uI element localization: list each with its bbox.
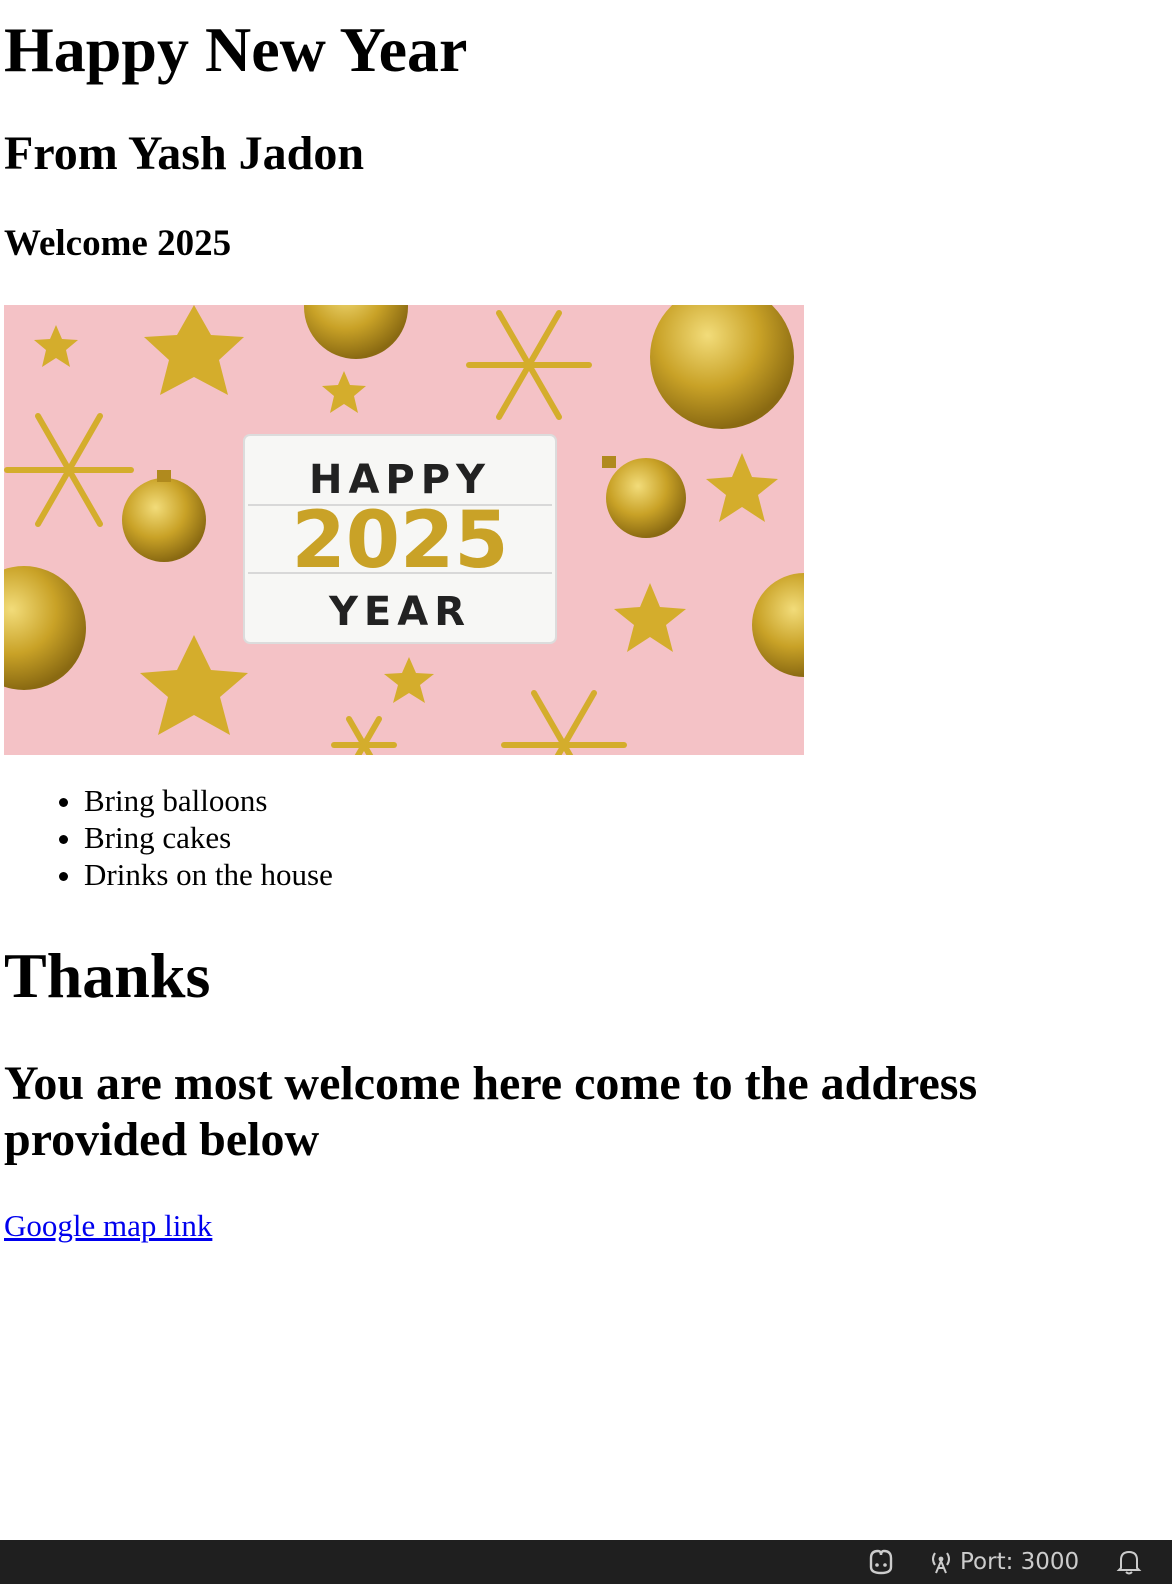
status-bar: Port: 3000 [0,1540,1172,1584]
bell-icon[interactable] [1116,1548,1142,1576]
copilot-icon[interactable] [866,1548,896,1576]
page-title: Happy New Year [4,14,468,85]
browser-page: Happy New Year From Yash Jadon Welcome 2… [0,0,1172,1584]
sign-year-text: YEAR [328,589,471,635]
list-item: Bring balloons [84,782,333,819]
sign-year-number: 2025 [291,496,508,586]
broadcast-antenna-icon [932,1552,950,1574]
welcome-heading: Welcome 2025 [4,223,232,264]
list-item: Bring cakes [84,819,333,856]
google-map-link[interactable]: Google map link [4,1206,212,1246]
port-label: Port: 3000 [960,1549,1080,1575]
port-status[interactable]: Port: 3000 [928,1540,1079,1584]
page-subtitle: From Yash Jadon [4,127,365,180]
list-item: Drinks on the house [84,856,333,893]
party-list: Bring balloons Bring cakes Drinks on the… [4,782,333,893]
address-heading: You are most welcome here come to the ad… [4,1057,978,1166]
new-year-image: HAPPY 2025 YEAR [4,305,804,755]
thanks-heading: Thanks [4,940,211,1011]
